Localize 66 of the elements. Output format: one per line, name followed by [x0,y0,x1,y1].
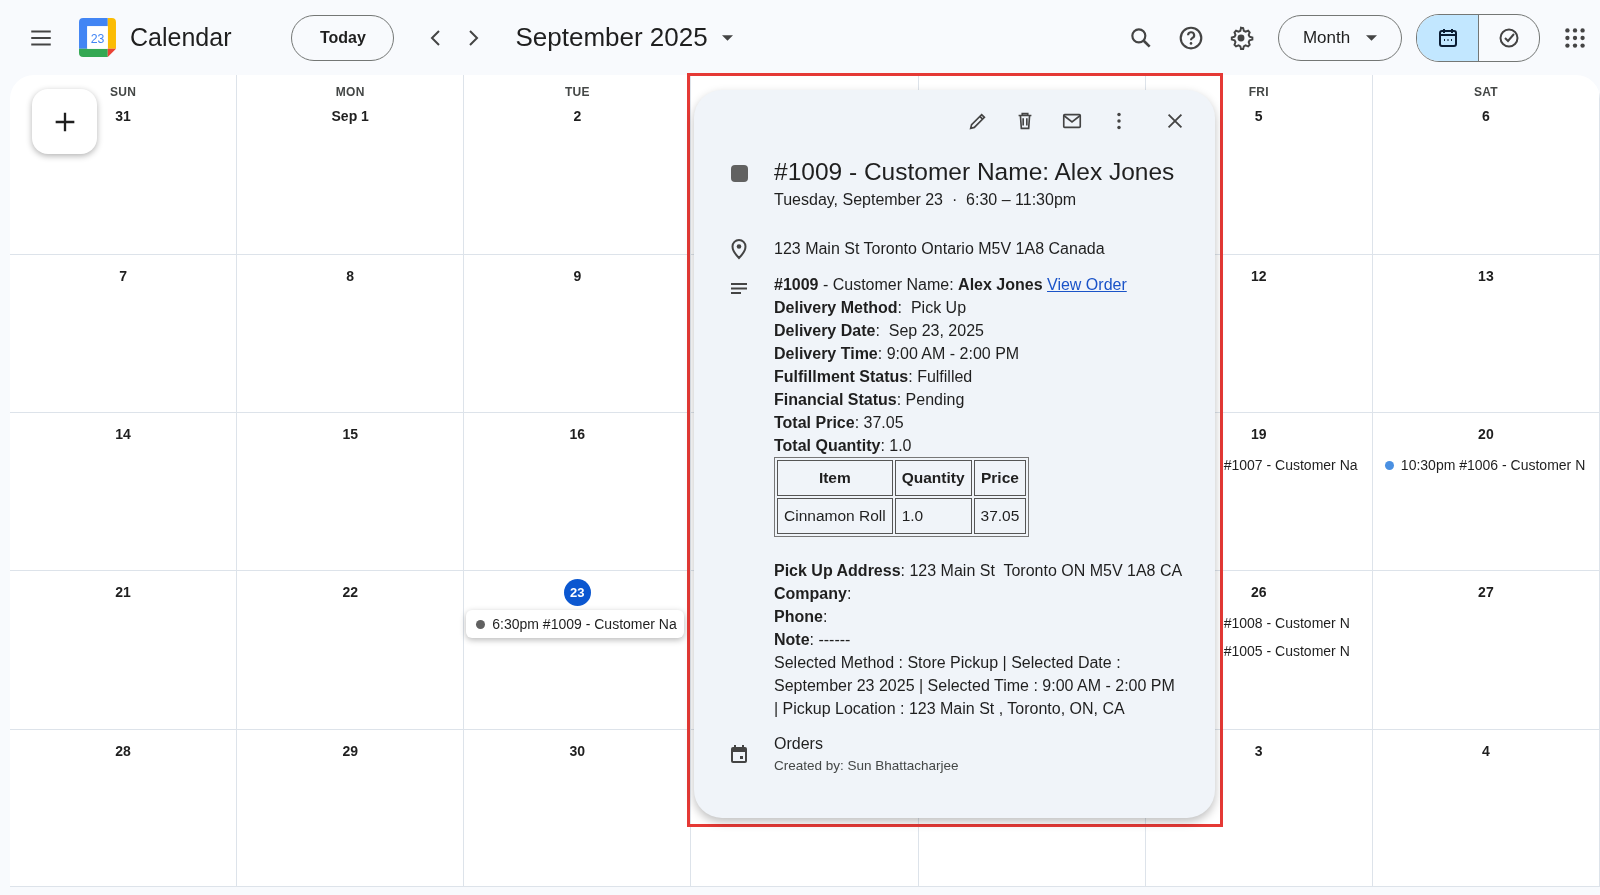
date-number[interactable]: 14 [110,421,137,447]
description-line: Delivery Method: Pick Up [774,298,968,318]
date-number[interactable]: 12 [1245,263,1272,289]
weekday-label: TUE [564,85,590,99]
event-title: #1009 - Customer Name: Alex Jones [774,157,1176,187]
date-number[interactable]: 28 [110,738,137,764]
weekday-label: SUN [109,85,137,99]
event-location: 123 Main St Toronto Ontario M5V 1A8 Canada [774,239,1106,259]
date-number[interactable]: 29 [337,738,364,764]
event-chip[interactable]: 10:30pm #1006 - Customer N [1374,451,1593,479]
date-number[interactable]: 26 [1245,579,1272,605]
description-line: Phone: [774,607,829,627]
toggle-option[interactable] [1417,14,1478,61]
date-number[interactable]: 16 [564,421,591,447]
table-header: Price [973,460,1027,496]
date-number[interactable]: 15 [337,421,364,447]
today-date[interactable]: 23 [563,579,591,606]
date-number[interactable]: 27 [1472,579,1499,605]
date-number[interactable]: 21 [110,579,137,605]
table-cell: 1.0 [894,498,972,534]
event-time: Tuesday, September 23 · 6:30 – 11:30pm [774,190,1078,210]
event-title: 6:30pm #1009 - Customer Na [492,615,677,634]
weekday-label: MON [335,85,365,99]
description-line: Financial Status: Pending [774,390,966,410]
table-header: Item [777,460,893,496]
description-line: Total Quantity: 1.0 [774,436,913,456]
date-number[interactable]: 31 [110,103,137,129]
event-title: 10:30pm #1006 - Customer N [1400,456,1586,475]
description-line: Delivery Time: 9:00 AM - 2:00 PM [774,344,1021,364]
event-chip[interactable]: 6:30pm #1009 - Customer Na [466,610,685,638]
caret-icon [1366,34,1378,41]
date-number[interactable]: 4 [1472,738,1499,764]
date-number[interactable]: 13 [1472,263,1499,289]
date-number[interactable]: 3 [1245,738,1272,764]
period-dropdown[interactable]: September 2025 [515,22,733,53]
weekday-label: SAT [1473,85,1498,99]
date-number[interactable]: 20 [1472,421,1499,447]
date-number[interactable]: 6 [1472,103,1499,129]
date-number[interactable]: 19 [1245,421,1272,447]
description-line: Note: ------ [774,630,852,650]
date-number[interactable]: 5 [1245,103,1272,129]
date-number[interactable]: 30 [564,738,591,764]
description-line: Fulfillment Status: Fulfilled [774,367,974,387]
description-text: Selected Method : Store Pickup | Selected Date : September 23 2025 | Selected Time : 9:00 AM - 2:00 PM | Pickup Location : 123 Main St , Toronto, ON, CA [774,653,1176,719]
date-number[interactable]: 8 [337,263,364,289]
table-cell: 37.05 [973,498,1027,534]
event-creator: Created by: Sun Bhattacharjee [774,757,960,775]
description-line: Pick Up Address: 123 Main St Toronto ON M5V 1A8 CA [774,561,1184,581]
help-icon[interactable] [1178,24,1204,51]
date-number[interactable]: Sep 1 [331,103,369,129]
table-header: Quantity [894,460,972,496]
caret-icon [721,34,733,41]
weekday-label: FRI [1248,85,1269,99]
description-line: Delivery Date: Sep 23, 2025 [774,321,985,341]
description-line: Company: [774,584,853,604]
table-cell: Cinnamon Roll [777,498,893,534]
description-line: Total Price: 37.05 [774,413,905,433]
app-title: Calendar [130,23,232,52]
date-number[interactable]: 9 [564,263,591,289]
date-number[interactable]: 7 [110,263,137,289]
description-line: #1009 - Customer Name: Alex Jones View Order [774,275,1128,295]
date-number[interactable]: 22 [337,579,364,605]
date-number[interactable]: 2 [564,103,591,129]
view-order-link[interactable]: View Order [1047,276,1127,293]
calendar-name: Orders [774,734,824,754]
settings-icon[interactable] [1228,24,1254,51]
